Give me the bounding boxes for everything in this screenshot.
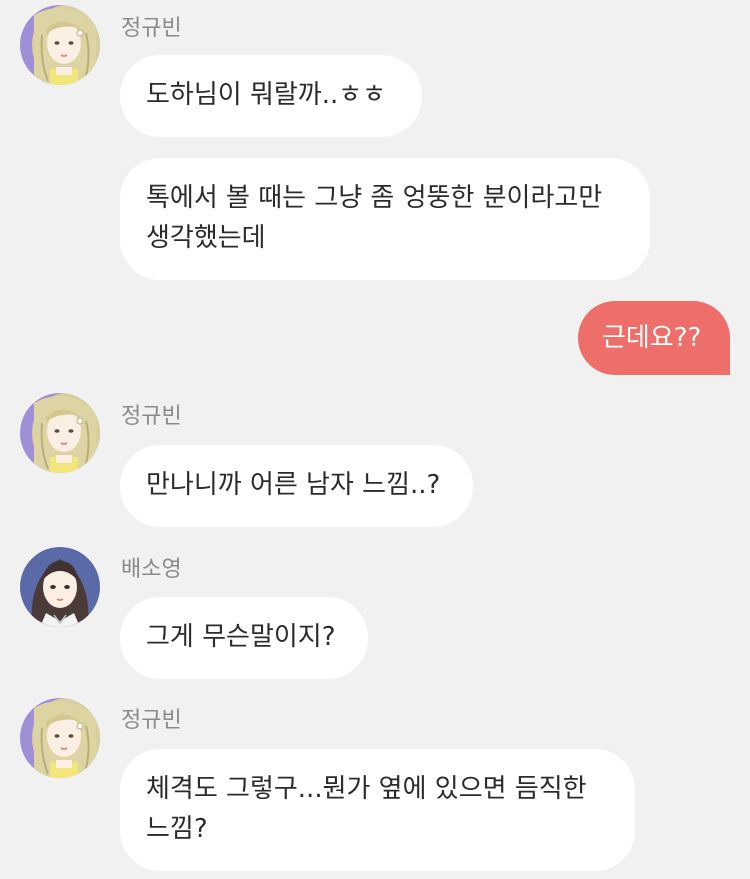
avatar-jeong-gyubin-icon[interactable] [20, 698, 100, 778]
message-bubble-incoming[interactable]: 체격도 그렇구...뭔가 옆에 있으면 듬직한 느낌? [120, 749, 635, 871]
message-bubble-incoming[interactable]: 그게 무슨말이지? [120, 597, 368, 679]
sender-name: 배소영 [121, 557, 182, 582]
sender-name: 정규빈 [121, 708, 182, 733]
message-bubble-incoming[interactable]: 도하님이 뭐랄까..ㅎㅎ [120, 55, 422, 137]
chat-thread: 정규빈 도하님이 뭐랄까..ㅎㅎ 톡에서 볼 때는 그냥 좀 엉뚱한 분이라고만… [0, 0, 750, 879]
sender-name: 정규빈 [121, 404, 182, 429]
message-bubble-outgoing[interactable]: 근데요?? [578, 301, 730, 375]
avatar-jeong-gyubin-icon[interactable] [20, 393, 100, 473]
avatar-bae-soyoung-icon[interactable] [20, 547, 100, 627]
sender-name: 정규빈 [121, 16, 182, 41]
avatar-jeong-gyubin-icon[interactable] [20, 5, 100, 85]
message-bubble-incoming[interactable]: 톡에서 볼 때는 그냥 좀 엉뚱한 분이라고만 생각했는데 [120, 158, 650, 280]
message-bubble-incoming[interactable]: 만나니까 어른 남자 느낌..? [120, 445, 473, 527]
